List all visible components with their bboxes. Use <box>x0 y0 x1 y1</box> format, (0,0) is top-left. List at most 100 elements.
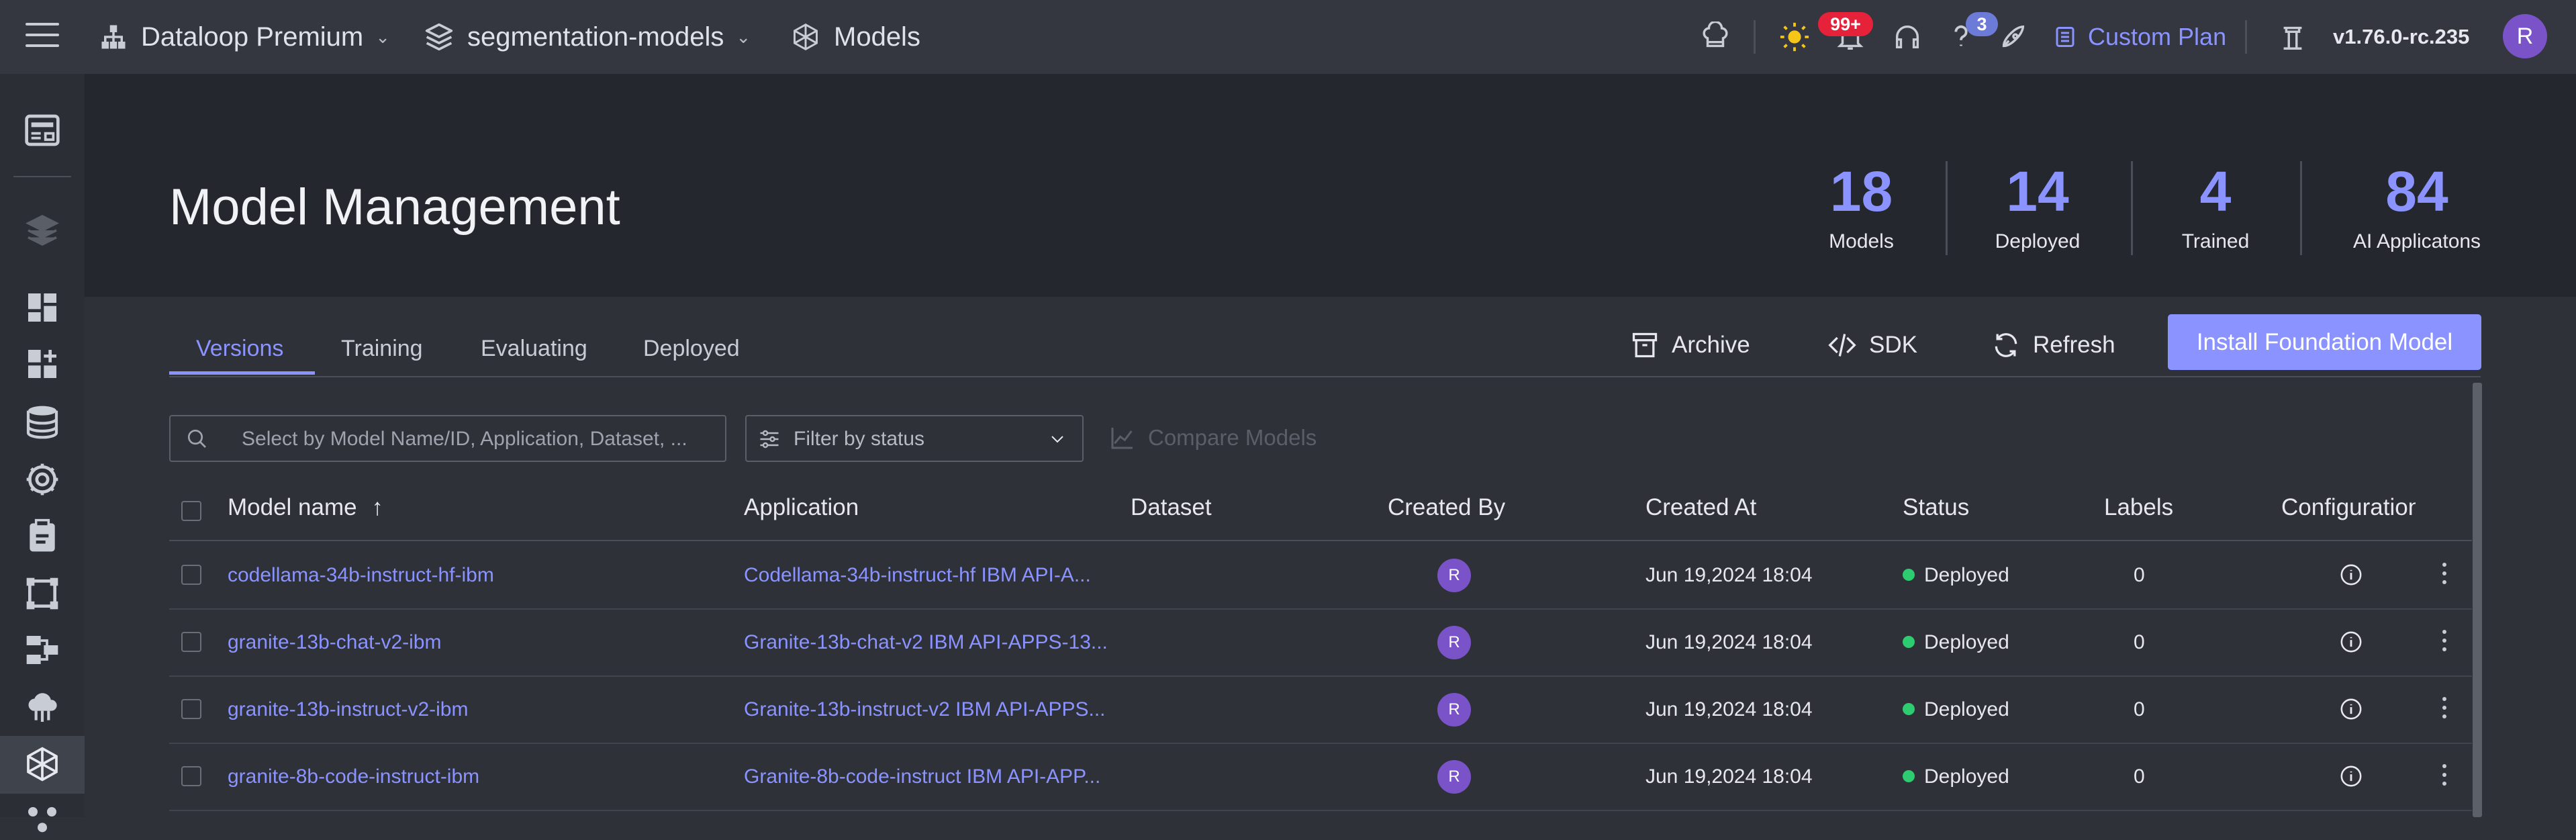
select-all-checkbox[interactable] <box>181 501 201 521</box>
model-name-link[interactable]: granite-8b-code-instruct-ibm <box>228 765 479 788</box>
column-created-at[interactable]: Created At <box>1645 494 1756 521</box>
stat-deployed: 14 Deployed <box>1987 158 2088 253</box>
tabs-divider <box>169 376 2481 377</box>
created-at-cell: Jun 19,2024 18:04 <box>1645 765 1813 788</box>
model-name-link[interactable]: granite-13b-chat-v2-ibm <box>228 631 441 654</box>
info-icon[interactable] <box>2340 563 2363 586</box>
sidebar-divider <box>13 176 71 177</box>
info-icon[interactable] <box>2340 631 2363 653</box>
tab-training[interactable]: Training <box>341 336 423 362</box>
breadcrumb-org[interactable]: Dataloop Premium ⌄ <box>99 0 390 74</box>
created-by-avatar: R <box>1437 559 1471 592</box>
column-configuration[interactable]: Configuration <box>2281 494 2416 521</box>
application-link[interactable]: Granite-13b-instruct-v2 IBM API-APPS... <box>744 698 1106 721</box>
models-icon[interactable] <box>23 745 61 783</box>
row-checkbox[interactable] <box>181 632 201 652</box>
plan-list-icon <box>2056 27 2074 47</box>
filter-placeholder: Filter by status <box>794 428 925 450</box>
more-options-icon[interactable] <box>2441 563 2448 587</box>
breadcrumb-project[interactable]: segmentation-models ⌄ <box>424 0 751 74</box>
created-by-avatar: R <box>1437 760 1471 794</box>
info-icon[interactable] <box>2340 765 2363 788</box>
created-at-cell: Jun 19,2024 18:04 <box>1645 631 1813 653</box>
tab-deployed[interactable]: Deployed <box>643 336 740 362</box>
applications-icon[interactable] <box>23 802 61 840</box>
refresh-label: Refresh <box>2033 332 2115 358</box>
sdk-button[interactable]: SDK <box>1827 330 1917 360</box>
status-label: Deployed <box>1924 564 2009 586</box>
stat-trained: 4 Trained <box>2175 158 2256 253</box>
rocket-icon[interactable] <box>1997 21 2028 52</box>
application-link[interactable]: Granite-8b-code-instruct IBM API-APP... <box>744 765 1100 788</box>
table-header: Model name ↑ Application Dataset Created… <box>169 483 2472 541</box>
compare-models-button[interactable]: Compare Models <box>1109 424 1317 451</box>
labels-cell: 0 <box>2134 631 2145 653</box>
table-scrollbar[interactable] <box>2473 383 2482 817</box>
install-foundation-model-button[interactable]: Install Foundation Model <box>2168 314 2481 370</box>
table-row[interactable]: granite-13b-instruct-v2-ibm Granite-13b-… <box>169 675 2472 744</box>
archive-button[interactable]: Archive <box>1630 330 1750 360</box>
datasets-icon[interactable] <box>23 403 61 440</box>
dashboard-card-icon[interactable] <box>23 111 61 149</box>
column-application[interactable]: Application <box>744 494 859 521</box>
column-model-name[interactable]: Model name ↑ <box>228 494 383 521</box>
more-options-icon[interactable] <box>2441 630 2448 654</box>
user-avatar[interactable]: R <box>2503 14 2547 58</box>
stat-models: 18 Models <box>1813 158 1910 253</box>
column-dataset[interactable]: Dataset <box>1131 494 1212 521</box>
code-icon <box>1828 334 1856 357</box>
settings-gear-icon[interactable] <box>23 461 61 498</box>
layers-icon <box>425 23 453 51</box>
layers-icon[interactable] <box>23 212 61 249</box>
whats-new-icon[interactable] <box>2277 21 2308 52</box>
application-link[interactable]: Codellama-34b-instruct-hf IBM API-A... <box>744 564 1091 587</box>
annotation-studio-icon[interactable] <box>23 575 61 612</box>
compare-label: Compare Models <box>1148 425 1317 450</box>
breadcrumb-page: Models <box>791 0 920 74</box>
model-name-link[interactable]: granite-13b-instruct-v2-ibm <box>228 698 468 721</box>
hamburger-menu-icon[interactable] <box>26 23 59 50</box>
marketplace-icon[interactable] <box>23 345 61 383</box>
column-labels[interactable]: Labels <box>2104 494 2173 521</box>
row-checkbox[interactable] <box>181 565 201 585</box>
column-created-by[interactable]: Created By <box>1388 494 1505 521</box>
custom-plan-link[interactable]: Custom Plan <box>2053 0 2226 74</box>
status-label: Deployed <box>1924 698 2009 720</box>
archive-label: Archive <box>1672 332 1750 358</box>
divider <box>1946 161 1948 255</box>
status-dot <box>1903 636 1915 649</box>
top-bar: Dataloop Premium ⌄ segmentation-models ⌄… <box>0 0 2576 74</box>
table-row[interactable]: granite-13b-chat-v2-ibm Granite-13b-chat… <box>169 608 2472 677</box>
project-name: segmentation-models <box>467 21 724 52</box>
tasks-clipboard-icon[interactable] <box>23 517 61 555</box>
row-checkbox[interactable] <box>181 766 201 786</box>
tab-evaluating[interactable]: Evaluating <box>481 336 587 362</box>
more-options-icon[interactable] <box>2441 764 2448 788</box>
chef-hat-icon[interactable] <box>1700 21 1731 52</box>
search-placeholder: Select by Model Name/ID, Application, Da… <box>242 428 687 450</box>
status-cell: Deployed <box>1903 631 2009 654</box>
search-input[interactable]: Select by Model Name/ID, Application, Da… <box>169 415 726 462</box>
cloud-compute-icon[interactable] <box>23 689 61 727</box>
info-icon[interactable] <box>2340 698 2363 720</box>
pipelines-icon[interactable] <box>23 631 61 669</box>
chevron-down-icon: ⌄ <box>375 26 391 47</box>
more-options-icon[interactable] <box>2441 697 2448 721</box>
model-name-link[interactable]: codellama-34b-instruct-hf-ibm <box>228 564 494 587</box>
table-row[interactable]: codellama-34b-instruct-hf-ibm Codellama-… <box>169 541 2472 610</box>
sun-icon[interactable] <box>1779 21 1810 52</box>
refresh-button[interactable]: Refresh <box>1991 330 2115 360</box>
stat-label: Trained <box>2181 230 2250 252</box>
table-row[interactable]: granite-8b-code-instruct-ibm Granite-8b-… <box>169 743 2472 811</box>
divider <box>1754 20 1756 54</box>
tab-versions[interactable]: Versions <box>196 336 283 362</box>
sidebar <box>0 74 85 833</box>
sort-ascending-icon: ↑ <box>371 494 383 520</box>
status-filter-select[interactable]: Filter by status <box>745 415 1084 462</box>
column-status[interactable]: Status <box>1903 494 1969 521</box>
row-checkbox[interactable] <box>181 699 201 719</box>
status-cell: Deployed <box>1903 765 2009 788</box>
application-link[interactable]: Granite-13b-chat-v2 IBM API-APPS-13... <box>744 631 1108 654</box>
dashboard-grid-icon[interactable] <box>23 289 61 326</box>
headset-icon[interactable] <box>1892 21 1923 52</box>
